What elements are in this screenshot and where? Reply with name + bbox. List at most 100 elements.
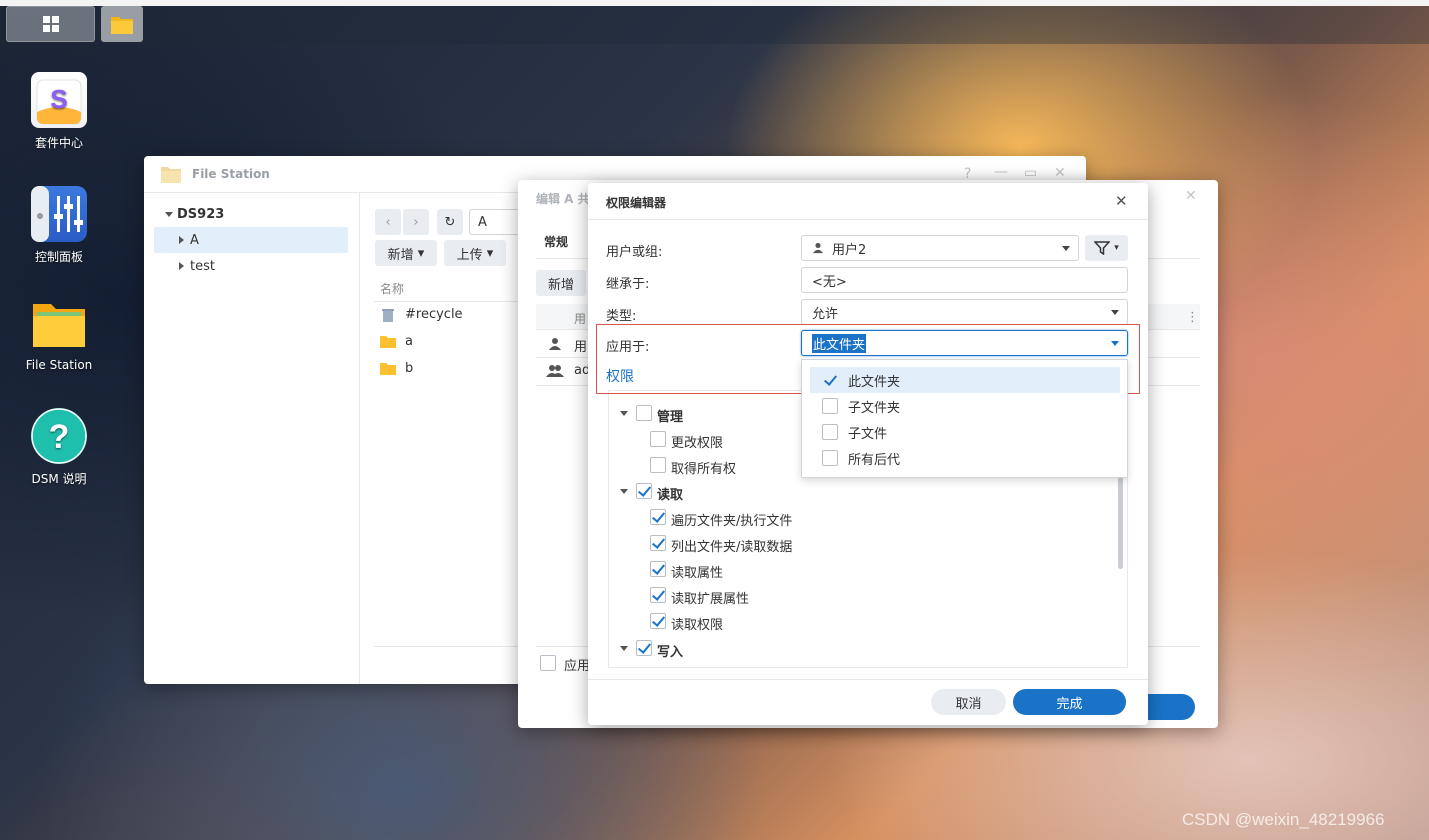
apply-to-dropdown: 此文件夹 子文件夹 子文件 所有后代 <box>801 359 1128 478</box>
table-row[interactable]: 用 <box>574 336 587 355</box>
group-label-write: 写入 <box>657 645 684 660</box>
column-header-user[interactable]: 用 <box>574 310 586 327</box>
apply-label: 应用 <box>564 659 591 674</box>
expand-icon[interactable] <box>165 212 173 217</box>
button-label: 新增 <box>387 247 414 263</box>
collapse-icon[interactable] <box>620 411 628 416</box>
chevron-down-icon <box>1111 310 1119 315</box>
type-select[interactable]: 允许 <box>801 299 1128 325</box>
divider <box>374 646 524 647</box>
manage-checkbox[interactable] <box>636 405 652 421</box>
tree-item-label: A <box>190 233 199 248</box>
file-row-b[interactable]: b <box>405 361 413 376</box>
option-checkbox[interactable] <box>822 450 838 466</box>
change-permission-checkbox[interactable] <box>650 431 666 447</box>
user-or-group-label: 用户或组: <box>606 245 663 260</box>
tree-item-test[interactable]: test <box>190 259 215 274</box>
collapse-icon[interactable] <box>179 236 184 244</box>
user-icon <box>549 338 561 350</box>
divider <box>374 301 524 302</box>
filter-button[interactable]: ▾ <box>1085 235 1128 261</box>
tab-general[interactable]: 常规 <box>544 233 568 250</box>
option-checkbox[interactable] <box>822 424 838 440</box>
take-ownership-checkbox[interactable] <box>650 457 666 473</box>
option-label: 所有后代 <box>848 452 901 468</box>
collapse-icon[interactable] <box>620 646 628 651</box>
perm-label: 读取权限 <box>671 618 724 633</box>
refresh-button[interactable]: ↻ <box>437 209 463 235</box>
write-checkbox[interactable] <box>636 640 652 656</box>
close-icon[interactable]: ✕ <box>1054 165 1066 181</box>
svg-text:?: ? <box>49 418 70 456</box>
dropdown-option-subfolders[interactable]: 子文件夹 <box>810 393 1120 419</box>
desktop-icon-label: DSM 说明 <box>31 472 87 486</box>
inherit-label: 继承于: <box>606 277 650 292</box>
taskbar <box>0 0 1429 44</box>
desktop-icon-dsm-help[interactable]: ? DSM 说明 <box>4 408 114 487</box>
file-station-title-icon <box>161 167 181 183</box>
forward-button[interactable]: › <box>403 209 429 235</box>
file-station-icon <box>31 296 87 352</box>
file-row-a[interactable]: a <box>405 334 413 349</box>
divider <box>588 679 1148 680</box>
permission-editor-dialog: 权限编辑器 ✕ 用户或组: 用户2 ▾ 继承于: <无> 类型: 允许 应用于:… <box>588 183 1148 725</box>
done-button[interactable]: 完成 <box>1013 689 1126 715</box>
desktop-icon-package-center[interactable]: S 套件中心 <box>4 72 114 151</box>
column-header-name[interactable]: 名称 <box>380 280 404 297</box>
new-rule-button[interactable]: 新增 <box>536 270 586 296</box>
apply-checkbox[interactable] <box>540 655 556 671</box>
watermark: CSDN @weixin_48219966 <box>1182 810 1385 829</box>
dialog-title: 编辑 A 共 <box>536 192 590 206</box>
divider <box>588 219 1148 220</box>
scrollbar[interactable] <box>1118 473 1123 569</box>
window-title: File Station <box>192 167 270 181</box>
perm-label: 读取属性 <box>671 566 724 581</box>
back-button[interactable]: ‹ <box>375 209 401 235</box>
perm-label: 更改权限 <box>671 436 724 451</box>
read-permissions-checkbox[interactable] <box>650 613 666 629</box>
perm-label: 取得所有权 <box>671 462 737 477</box>
close-icon[interactable]: ✕ <box>1115 192 1128 210</box>
filter-icon <box>1094 241 1111 255</box>
column-menu-icon[interactable]: ⋮ <box>1186 310 1199 325</box>
group-icon <box>546 365 564 377</box>
cancel-button[interactable]: 取消 <box>931 689 1006 715</box>
inherit-field: <无> <box>801 267 1128 293</box>
dialog-title: 权限编辑器 <box>606 196 667 210</box>
refresh-icon: ↻ <box>444 214 456 230</box>
taskbar-file-station-button[interactable] <box>101 6 143 42</box>
new-dropdown-button[interactable]: 新增 ▾ <box>375 240 437 266</box>
tree-root[interactable]: DS923 <box>177 207 224 222</box>
option-label: 子文件夹 <box>848 400 901 416</box>
folder-icon <box>380 363 396 375</box>
upload-dropdown-button[interactable]: 上传 ▾ <box>444 240 506 266</box>
option-checkbox[interactable] <box>822 372 838 388</box>
traverse-checkbox[interactable] <box>650 509 666 525</box>
desktop-icon-file-station[interactable]: File Station <box>4 296 114 372</box>
maximize-icon[interactable]: ▭ <box>1024 165 1037 181</box>
user-or-group-select[interactable]: 用户2 <box>801 235 1079 261</box>
control-panel-icon <box>31 186 87 242</box>
read-attributes-checkbox[interactable] <box>650 561 666 577</box>
collapse-icon[interactable] <box>179 262 184 270</box>
minimize-icon[interactable]: — <box>994 164 1008 180</box>
dropdown-option-this-folder[interactable]: 此文件夹 <box>810 367 1120 393</box>
package-center-icon: S <box>31 72 87 128</box>
option-label: 子文件 <box>848 426 888 442</box>
chevron-left-icon: ‹ <box>385 214 391 230</box>
close-icon[interactable]: ✕ <box>1185 188 1197 204</box>
file-row-recycle[interactable]: #recycle <box>405 307 463 322</box>
read-checkbox[interactable] <box>636 483 652 499</box>
main-menu-button[interactable] <box>6 6 95 42</box>
dropdown-option-files[interactable]: 子文件 <box>810 419 1120 445</box>
list-folder-checkbox[interactable] <box>650 535 666 551</box>
desktop-icon-control-panel[interactable]: 控制面板 <box>4 186 114 265</box>
read-ext-attributes-checkbox[interactable] <box>650 587 666 603</box>
desktop-icon-label: File Station <box>25 358 93 372</box>
option-checkbox[interactable] <box>822 398 838 414</box>
chevron-down-icon <box>1062 246 1070 251</box>
perm-label: 读取扩展属性 <box>671 592 750 607</box>
dropdown-option-all-descendants[interactable]: 所有后代 <box>810 445 1120 471</box>
collapse-icon[interactable] <box>620 489 628 494</box>
desktop-icon-label: 控制面板 <box>34 250 83 264</box>
